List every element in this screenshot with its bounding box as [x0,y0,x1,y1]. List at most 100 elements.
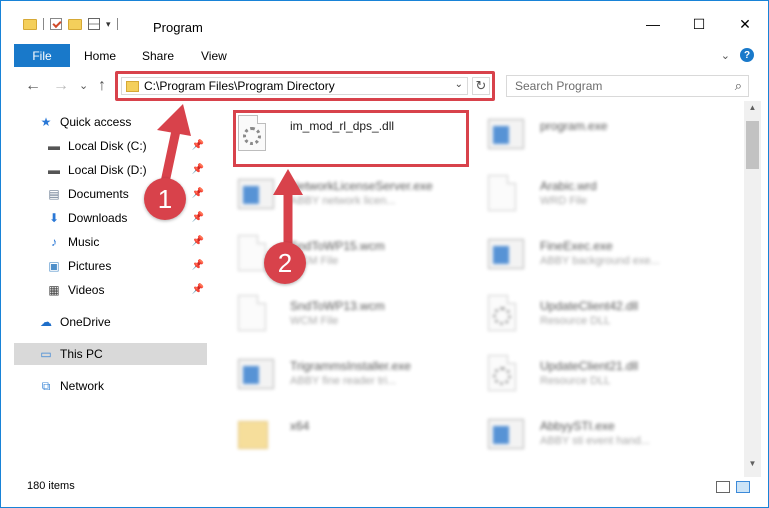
sidebar-item-label: Videos [68,283,105,297]
dll-icon [488,295,522,335]
maximize-button[interactable]: ☐ [676,11,722,37]
sidebar-item-label: Music [68,235,100,249]
list-item[interactable]: TrigrammsInstaller.exe ABBY fine reader … [218,347,458,397]
sidebar-item-label: Downloads [68,211,128,225]
sidebar-item-label: Pictures [68,259,112,273]
list-item[interactable]: NetworkLicenseServer.exe ABBY network li… [218,167,458,217]
list-item[interactable]: x64 [218,407,458,457]
title-bar: ▾ Program — ☐ ✕ [1,1,768,39]
file-name: Arabic.wrd [540,179,597,193]
address-bar[interactable]: C:\Program Files\Program Directory ⌄ [121,77,468,95]
file-name: FineExec.exe [540,239,613,253]
pin-icon: 📌 [191,284,204,295]
exe-icon [238,175,274,215]
up-button[interactable]: ↑ [98,77,106,95]
sidebar-item-label: OneDrive [60,315,111,329]
file-name: UpdateClient42.dll [540,299,639,313]
file-name: AbbyySTI.exe [540,419,615,433]
customize-toolbar-chevron-icon[interactable]: ▾ [106,19,111,30]
search-input[interactable]: Search Program ⌕ [506,75,749,97]
pin-icon: 📌 [191,260,204,271]
new-folder-icon[interactable] [68,18,82,30]
folder-icon [238,415,272,455]
scroll-thumb[interactable] [746,121,759,169]
folder-icon[interactable] [23,18,37,30]
list-item[interactable]: SndToWP15.wcm WCM File [218,227,458,277]
recent-locations-chevron-icon[interactable]: ⌄ [79,79,88,92]
list-item[interactable]: UpdateClient21.dll Resource DLL [468,347,708,397]
pin-icon: 📌 [191,236,204,247]
sidebar-item-music[interactable]: ♪ Music 📌 [46,231,207,253]
file-name: UpdateClient21.dll [540,359,639,373]
ribbon-controls: ⌄ ? [721,48,754,62]
sidebar-item-this-pc[interactable]: ▭ This PC [14,343,207,365]
sidebar-item-label: Local Disk (D:) [68,163,147,177]
tab-share[interactable]: Share [142,49,174,63]
navigation-bar: ← → ⌄ ↑ C:\Program Files\Program Directo… [1,71,768,101]
file-name: NetworkLicenseServer.exe [290,179,433,193]
file-type: ABBY fine reader tri... [290,375,397,387]
search-placeholder: Search Program [515,79,603,93]
close-button[interactable]: ✕ [722,11,768,37]
exe-icon [488,115,524,155]
sidebar-item-videos[interactable]: ▦ Videos 📌 [46,279,207,301]
file-name: SndToWP13.wcm [290,299,385,313]
dll-icon [488,355,522,395]
exe-icon [488,415,524,455]
help-icon[interactable]: ? [740,48,754,62]
list-item[interactable]: AbbyySTI.exe ABBY sti event hand... [468,407,708,457]
list-item[interactable]: Arabic.wrd WRD File [468,167,708,217]
sidebar-item-label: Quick access [60,115,132,129]
vertical-scrollbar[interactable]: ▲ ▼ [744,101,761,477]
exe-icon [238,355,274,395]
tab-home[interactable]: Home [84,49,116,63]
sidebar-item-downloads[interactable]: ⬇ Downloads 📌 [46,207,207,229]
list-item[interactable]: SndToWP13.wcm WCM File [218,287,458,337]
file-highlight [233,110,469,167]
toolbar-divider [116,18,118,30]
sidebar-item-onedrive[interactable]: ☁ OneDrive [38,311,207,333]
address-dropdown-chevron-icon[interactable]: ⌄ [455,79,463,90]
properties-icon[interactable] [88,18,100,30]
file-type: WRD File [540,195,588,207]
quick-access-toolbar: ▾ [23,18,118,30]
file-type: ABBY network licen... [290,195,396,207]
star-icon: ★ [40,115,52,129]
drive-icon: ▬ [48,163,60,177]
file-type: Resource DLL [540,315,611,327]
window-title: Program [153,20,203,35]
list-item[interactable]: program.exe [468,107,708,157]
address-path[interactable]: C:\Program Files\Program Directory [144,79,335,93]
cloud-icon: ☁ [40,315,52,329]
computer-icon: ▭ [40,347,52,361]
forward-button[interactable]: → [53,77,69,95]
sidebar-item-pictures[interactable]: ▣ Pictures 📌 [46,255,207,277]
explorer-window: ▾ Program — ☐ ✕ File Home Share View ⌄ ?… [0,0,769,508]
scroll-up-arrow-icon[interactable]: ▲ [744,103,761,117]
sidebar-item-label: Local Disk (C:) [68,139,147,153]
exe-icon [488,235,524,275]
scroll-down-arrow-icon[interactable]: ▼ [744,459,761,473]
minimize-button[interactable]: — [630,11,676,37]
network-icon: ⧉ [41,378,51,393]
back-button[interactable]: ← [25,77,41,95]
list-item[interactable]: UpdateClient42.dll Resource DLL [468,287,708,337]
file-icon [238,295,272,335]
file-type: ABBY background exe... [540,255,660,267]
sidebar-item-label: Network [60,379,105,393]
sidebar-item-network[interactable]: ⧉ Network [38,375,207,397]
refresh-button[interactable]: ↻ [472,77,490,95]
ribbon-tabs: File Home Share View ⌄ ? [1,44,768,68]
expand-ribbon-chevron-icon[interactable]: ⌄ [721,49,730,62]
large-icons-view-icon[interactable] [736,481,750,493]
callout-badge-2: 2 [264,242,306,284]
list-item[interactable]: FineExec.exe ABBY background exe... [468,227,708,277]
details-view-icon[interactable] [716,481,730,493]
properties-check-icon[interactable] [50,18,62,30]
search-icon[interactable]: ⌕ [735,78,742,94]
drive-icon: ▬ [48,139,60,153]
tab-file[interactable]: File [14,44,70,67]
file-name: x64 [290,419,310,433]
tab-view[interactable]: View [201,49,227,63]
file-type: Resource DLL [540,375,611,387]
